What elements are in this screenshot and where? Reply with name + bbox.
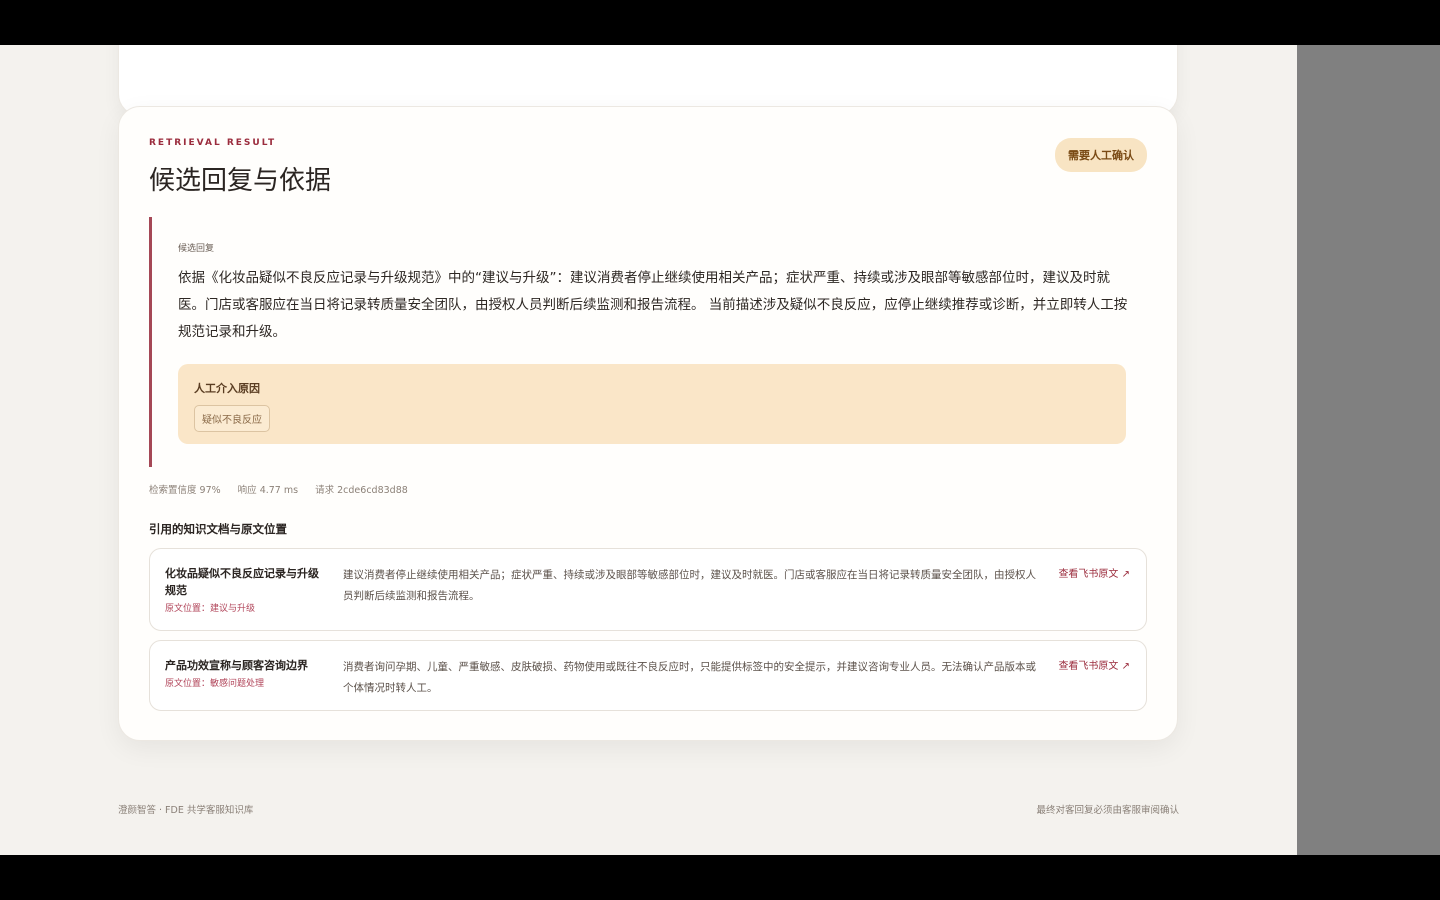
source-doc-title: 化妆品疑似不良反应记录与升级规范: [165, 567, 319, 597]
section-eyebrow: RETRIEVAL RESULT: [149, 138, 277, 148]
source-location: 原文位置：建议与升级: [165, 604, 256, 614]
browser-viewport: RETRIEVAL RESULT 候选回复与依据 需要人工确认 候选回复 依据《…: [0, 45, 1297, 855]
retrieval-result-card: RETRIEVAL RESULT 候选回复与依据 需要人工确认 候选回复 依据《…: [118, 106, 1178, 741]
candidate-answer-block: 候选回复 依据《化妆品疑似不良反应记录与升级规范》中的“建议与升级”：建议消费者…: [149, 217, 1127, 467]
source-item: 产品功效宣称与顾客咨询边界 原文位置：敏感问题处理 消费者询问孕期、儿童、严重敏…: [149, 640, 1147, 711]
retrieval-meta: 检索置信度 97% 响应 4.77 ms 请求 2cde6cd83d88: [149, 482, 422, 496]
confidence-value: 检索置信度 97%: [149, 485, 221, 496]
answer-label: 候选回复: [178, 244, 215, 254]
escalation-reason-box: 人工介入原因 疑似不良反应: [178, 364, 1126, 444]
sources-title: 引用的知识文档与原文位置: [149, 522, 287, 536]
source-doc-name: 化妆品疑似不良反应记录与升级规范 原文位置：建议与升级: [165, 565, 325, 618]
source-doc-name: 产品功效宣称与顾客咨询边界 原文位置：敏感问题处理: [165, 657, 325, 693]
escalation-reason-tag: 疑似不良反应: [194, 405, 270, 432]
latency-value: 响应 4.77 ms: [237, 485, 299, 496]
gray-side-panel: [1297, 45, 1440, 855]
answer-text: 依据《化妆品疑似不良反应记录与升级规范》中的“建议与升级”：建议消费者停止继续使…: [178, 270, 1128, 340]
source-doc-title: 产品功效宣称与顾客咨询边界: [165, 659, 308, 672]
source-item: 化妆品疑似不良反应记录与升级规范 原文位置：建议与升级 建议消费者停止继续使用相…: [149, 548, 1147, 631]
view-feishu-source-link[interactable]: 查看飞书原文 ↗: [1058, 565, 1130, 580]
human-review-badge: 需要人工确认: [1055, 138, 1147, 172]
request-id: 请求 2cde6cd83d88: [315, 485, 408, 496]
source-location: 原文位置：敏感问题处理: [165, 679, 265, 689]
section-title: 候选回复与依据: [149, 166, 332, 196]
view-feishu-source-link[interactable]: 查看飞书原文 ↗: [1058, 657, 1130, 672]
escalation-reason-label: 人工介入原因: [194, 382, 260, 395]
source-excerpt: 消费者询问孕期、儿童、严重敏感、皮肤破损、药物使用或既往不良反应时，只能提供标签…: [343, 661, 1036, 694]
footer-product-name: 澄颜智答 · FDE 共学客服知识库: [118, 805, 254, 816]
footer-disclaimer: 最终对客回复必须由客服审阅确认: [1036, 805, 1179, 816]
source-excerpt: 建议消费者停止继续使用相关产品；症状严重、持续或涉及眼部等敏感部位时，建议及时就…: [343, 569, 1036, 602]
